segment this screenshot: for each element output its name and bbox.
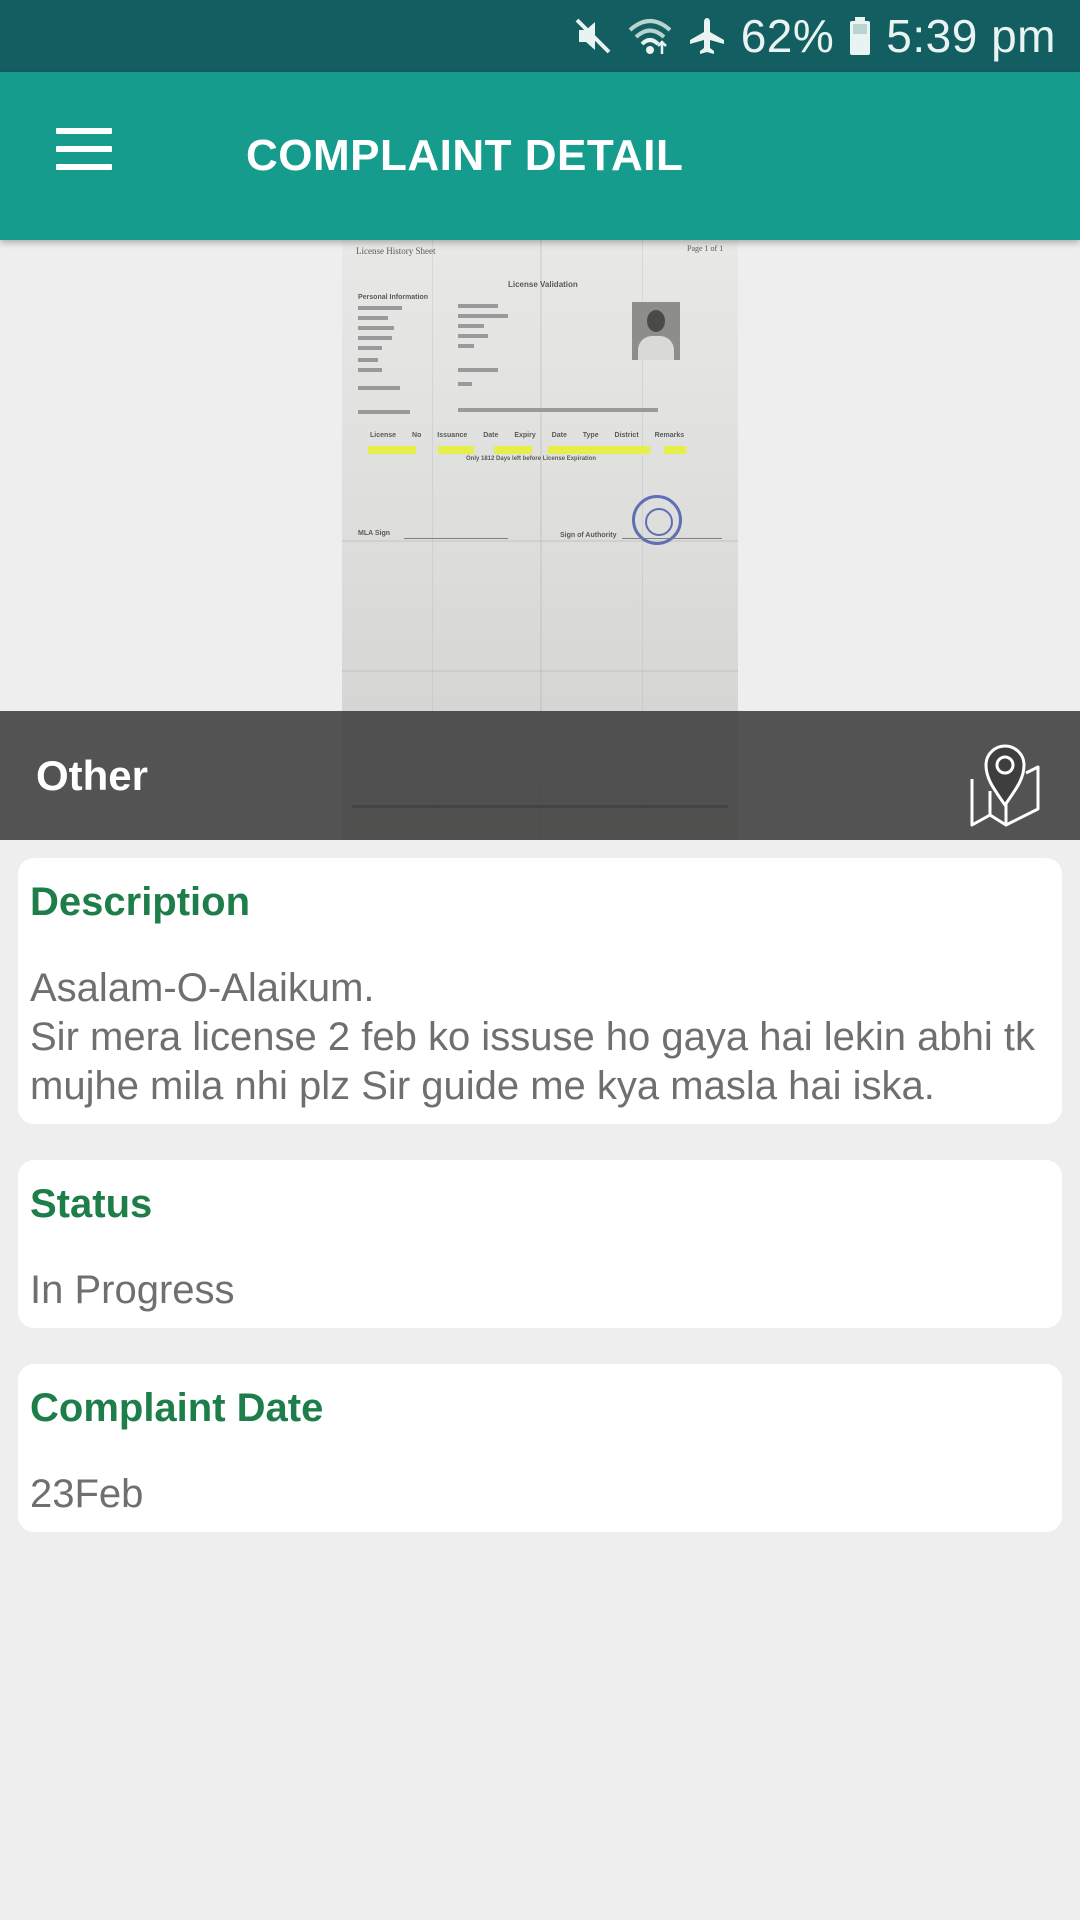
document-title: License Validation xyxy=(508,280,578,289)
complaint-date-card: Complaint Date 23Feb xyxy=(18,1364,1062,1532)
applicant-photo xyxy=(632,302,680,360)
clock: 5:39 pm xyxy=(886,10,1056,62)
wifi-icon xyxy=(628,19,672,54)
airplane-mode-icon xyxy=(689,18,724,54)
description-text: Asalam-O-Alaikum. Sir mera license 2 feb… xyxy=(30,966,1035,1108)
complaint-date-label: Complaint Date xyxy=(30,1386,324,1430)
complaint-category: Other xyxy=(36,752,149,799)
hamburger-menu-icon[interactable] xyxy=(40,116,130,196)
document-expiry-note: Only 1812 Days left before License Expir… xyxy=(466,456,597,462)
description-card: Description Asalam-O-Alaikum. Sir mera l… xyxy=(18,858,1062,1124)
description-label: Description xyxy=(30,880,251,924)
complaint-date-value: 23Feb xyxy=(30,1472,144,1516)
category-overlay: Other xyxy=(0,711,1080,840)
status-icons: 62% 5:39 pm xyxy=(573,0,1056,72)
status-value: In Progress xyxy=(30,1268,235,1312)
document-page: Page 1 of 1 xyxy=(687,244,724,253)
document-heading: License History Sheet xyxy=(356,246,436,256)
status-card: Status In Progress xyxy=(18,1160,1062,1328)
map-pin-icon[interactable] xyxy=(966,735,1044,829)
document-table-header: License No Issuance Date Expiry Date Typ… xyxy=(370,432,685,439)
status-label: Status xyxy=(30,1182,153,1226)
app-bar: COMPLAINT DETAIL xyxy=(0,72,1080,240)
document-authority-sign-label: Sign of Authority xyxy=(560,532,617,539)
page-title: COMPLAINT DETAIL xyxy=(246,131,684,180)
document-section-label: Personal Information xyxy=(358,294,429,301)
status-bar: 62% 5:39 pm xyxy=(0,0,1080,72)
document-mla-sign-label: MLA Sign xyxy=(358,530,391,537)
battery-percentage: 62% xyxy=(740,10,835,62)
battery-icon xyxy=(850,17,871,55)
mute-icon xyxy=(575,18,611,54)
